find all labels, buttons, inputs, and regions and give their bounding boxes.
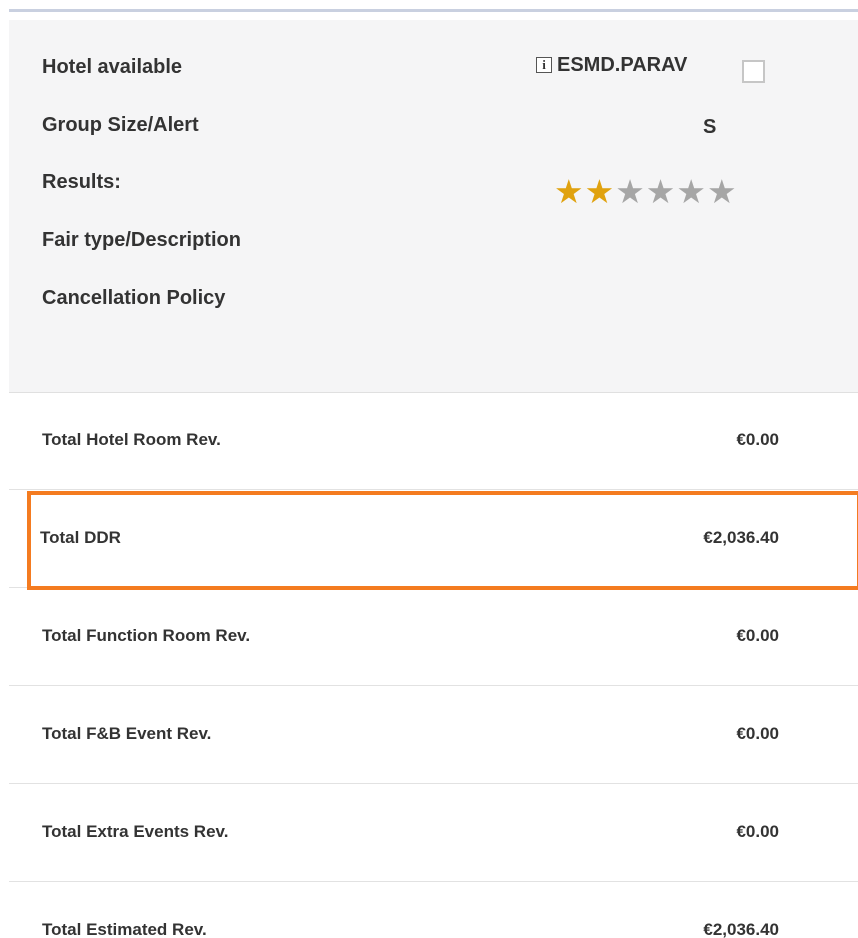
revenue-row: Total F&B Event Rev. €0.00 [9, 687, 858, 784]
hotel-select-checkbox[interactable] [742, 60, 765, 83]
revenue-label: Total Hotel Room Rev. [42, 430, 221, 449]
revenue-row: Total DDR €2,036.40 [9, 491, 858, 588]
revenue-label: Total Function Room Rev. [42, 626, 251, 645]
star-filled-icon: ★ [584, 172, 615, 211]
revenue-value: €0.00 [736, 822, 779, 841]
group-size-label: Group Size/Alert [42, 114, 199, 136]
cancellation-policy-label: Cancellation Policy [42, 287, 226, 309]
hotel-summary-header: Hotel available Group Size/Alert Results… [9, 20, 858, 393]
revenue-label: Total Estimated Rev. [42, 920, 207, 938]
star-empty-icon: ★ [706, 172, 737, 211]
revenue-label: Total Extra Events Rev. [42, 822, 229, 841]
revenue-value: €0.00 [736, 430, 779, 449]
revenue-value: €2,036.40 [703, 528, 779, 547]
star-empty-icon: ★ [615, 172, 645, 211]
revenue-row: Total Estimated Rev. €2,036.40 [9, 883, 858, 938]
star-empty-icon: ★ [645, 172, 676, 211]
info-icon[interactable]: i [536, 57, 552, 73]
revenue-row: Total Function Room Rev. €0.00 [9, 589, 858, 686]
revenue-row: Total Hotel Room Rev. €0.00 [9, 393, 858, 490]
group-size-value: S [703, 116, 717, 138]
revenue-label: Total F&B Event Rev. [42, 724, 212, 743]
results-label: Results: [42, 171, 121, 193]
fair-type-label: Fair type/Description [42, 229, 241, 251]
top-divider [9, 9, 858, 12]
revenue-value: €0.00 [736, 626, 779, 645]
revenue-row: Total Extra Events Rev. €0.00 [9, 785, 858, 882]
star-rating: ★ ★ ★ ★ ★ ★ [554, 172, 737, 212]
revenue-value: €2,036.40 [703, 920, 779, 938]
hotel-code: ESMD.PARAV [557, 54, 688, 76]
star-filled-icon: ★ [554, 172, 584, 211]
hotel-revenue-panel: Hotel available Group Size/Alert Results… [0, 0, 858, 938]
revenue-value: €0.00 [736, 724, 779, 743]
revenue-label: Total DDR [40, 528, 121, 547]
star-empty-icon: ★ [676, 172, 706, 211]
hotel-available-label: Hotel available [42, 56, 183, 78]
